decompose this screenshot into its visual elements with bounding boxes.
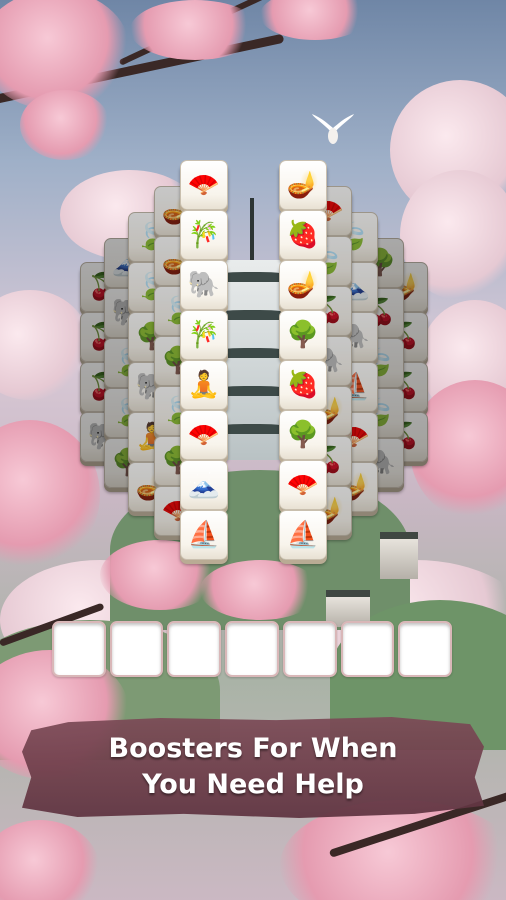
dragon-fruit-icon: 🍓 [286,370,320,400]
tray-slot [225,621,279,677]
lamp-icon: 🪔 [286,170,320,200]
fan-icon: 🪭 [187,420,221,450]
tray-slot [167,621,222,677]
banner-line-2: You Need Help [142,769,364,800]
tile-tray [52,621,453,677]
tile[interactable]: 🍓 [279,210,327,260]
tile[interactable]: 🎋 [180,210,228,260]
tile[interactable]: 🧘 [180,360,228,410]
tray-slot [109,621,164,677]
tile[interactable]: ⛵ [279,510,327,560]
dragon-fruit-icon: 🍓 [286,220,320,250]
fan-icon: 🪭 [187,170,221,200]
fan-icon: 🪭 [286,470,320,500]
tile[interactable]: 🪭 [180,410,228,460]
tile[interactable]: 🪭 [180,160,228,210]
pagoda-hat-icon: 🗻 [187,470,221,500]
tile[interactable]: 🍓 [279,360,327,410]
tile[interactable]: ⛵ [180,510,228,560]
tile[interactable]: 🐘 [180,260,228,310]
tile[interactable]: 🪔 [279,160,327,210]
bonsai-icon: 🌳 [286,320,320,350]
bamboo-icon: 🎋 [187,320,221,350]
ship-icon: ⛵ [187,520,221,550]
tray-slot [340,621,395,677]
tile[interactable]: 🎋 [180,310,228,360]
ship-icon: ⛵ [286,520,320,550]
elephant-icon: 🐘 [187,270,221,300]
tray-slot [52,621,106,677]
banner-line-1: Boosters For When [108,732,398,764]
tray-slot [398,621,453,677]
bonsai-icon: 🌳 [286,420,320,450]
buddha-icon: 🧘 [187,370,221,400]
promo-banner-text: Boosters For When You Need Help [22,716,484,818]
tile[interactable]: 🌳 [279,410,327,460]
tile[interactable]: 🗻 [180,460,228,510]
lamp-icon: 🪔 [286,270,320,300]
tile[interactable]: 🪭 [279,460,327,510]
bamboo-icon: 🎋 [187,220,221,250]
tile[interactable]: 🌳 [279,310,327,360]
tile[interactable]: 🪔 [279,260,327,310]
tray-slot [282,621,337,677]
